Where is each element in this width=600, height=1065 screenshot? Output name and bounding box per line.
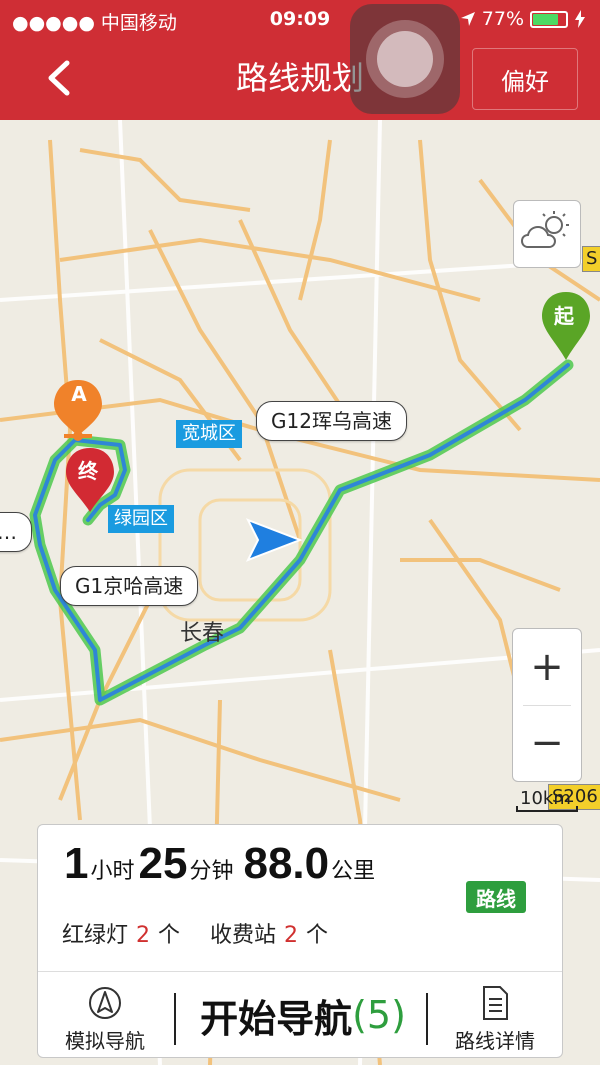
start-countdown: (5) xyxy=(352,993,406,1037)
route-details-button[interactable]: 路线详情 xyxy=(440,975,550,1057)
document-icon xyxy=(483,986,508,1020)
road-callout-g12[interactable]: G12珲乌高速 xyxy=(256,401,407,441)
traffic-lights-label: 红绿灯 xyxy=(62,923,129,948)
battery-percent: 77% xyxy=(481,8,524,30)
charging-icon xyxy=(575,10,585,28)
simulate-navigation-button[interactable]: 模拟导航 xyxy=(50,975,160,1057)
assistive-touch-button[interactable] xyxy=(350,4,460,114)
road-callout-g1[interactable]: G1京哈高速 xyxy=(60,566,199,606)
road-shield-s: S xyxy=(582,246,600,272)
city-label: 长春 xyxy=(180,621,225,646)
start-navigation-label: 开始导航 xyxy=(200,996,353,1041)
partly-cloudy-icon xyxy=(520,211,569,248)
header: ●●●●● 中国移动 09:09 77% 路线规划 偏好 xyxy=(0,0,600,120)
weather-button[interactable] xyxy=(513,200,581,268)
toll-label: 收费站 xyxy=(210,923,277,948)
zoom-control: + − xyxy=(512,628,582,782)
traffic-lights-count: 2 xyxy=(136,923,151,948)
card-divider xyxy=(38,971,562,972)
scale-bar xyxy=(516,806,578,812)
duration-hours-unit: 小时 xyxy=(90,859,135,884)
location-arrow-icon xyxy=(460,12,475,26)
distance-unit: 公里 xyxy=(331,859,376,884)
separator-right xyxy=(426,993,428,1045)
toll-unit: 个 xyxy=(306,923,329,948)
traffic-lights-unit: 个 xyxy=(158,923,181,948)
distance-value: 88.0 xyxy=(243,839,330,888)
status-right: 77% xyxy=(460,8,586,30)
start-marker[interactable]: 起 xyxy=(554,300,574,329)
zoom-out-button[interactable]: − xyxy=(513,705,581,781)
end-marker[interactable]: 终 xyxy=(78,455,98,484)
duration-minutes: 25 xyxy=(138,839,188,888)
route-badge[interactable]: 路线 xyxy=(466,881,526,913)
district-label-kuancheng: 宽城区 xyxy=(176,420,242,448)
road-callout-left[interactable]: … xyxy=(0,512,32,552)
route-info-row: 红绿灯 2 个 收费站 2 个 xyxy=(62,917,328,949)
separator-left xyxy=(174,993,176,1045)
duration-hours: 1 xyxy=(64,839,89,888)
zoom-in-button[interactable]: + xyxy=(513,629,581,705)
poi-marker-a[interactable]: A xyxy=(68,382,90,406)
duration-minutes-unit: 分钟 xyxy=(189,859,234,884)
preference-button[interactable]: 偏好 xyxy=(472,48,578,110)
simulate-navigation-label: 模拟导航 xyxy=(65,1029,145,1053)
battery-icon xyxy=(530,10,568,28)
route-summary: 1 小时 25 分钟 88.0 公里 xyxy=(64,839,379,889)
route-summary-card: 1 小时 25 分钟 88.0 公里 路线 红绿灯 2 个 收费站 2 个 模拟导航 开… xyxy=(37,824,563,1058)
status-bar: ●●●●● 中国移动 09:09 77% xyxy=(0,0,600,38)
start-navigation-button[interactable]: 开始导航 (5) xyxy=(178,985,428,1045)
toll-count: 2 xyxy=(284,923,299,948)
compass-icon xyxy=(89,987,121,1019)
district-label-lvyuan: 绿园区 xyxy=(108,505,174,533)
route-details-label: 路线详情 xyxy=(455,1029,535,1053)
